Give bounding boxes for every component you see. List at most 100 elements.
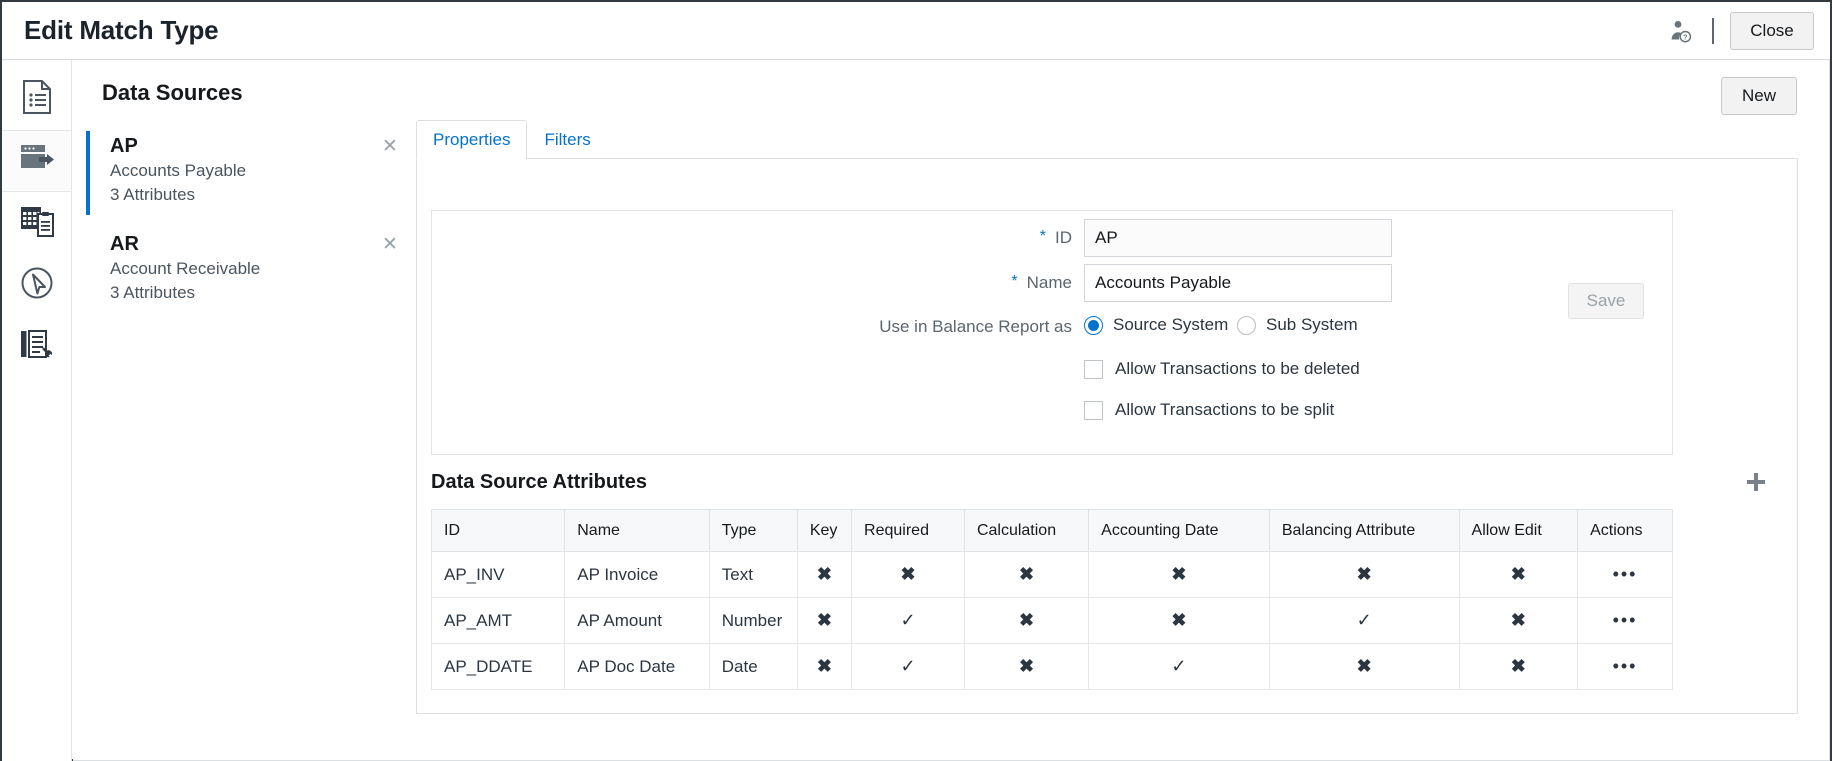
cell-id: AP_DDATE	[432, 644, 565, 690]
cell-calculation: ✖	[964, 598, 1088, 644]
id-label: ID	[1055, 228, 1072, 248]
checkbox-allow-delete-label: Allow Transactions to be deleted	[1115, 359, 1360, 379]
data-source-attributes-table: ID Name Type Key Required Calculation Ac…	[431, 509, 1673, 690]
page-title: Edit Match Type	[24, 15, 218, 46]
rail-item-report-wrench[interactable]	[2, 316, 72, 378]
data-source-code: AR	[110, 231, 418, 257]
toolbar-divider	[1712, 18, 1714, 44]
svg-text:?: ?	[1683, 32, 1688, 41]
rail-item-cursor-circle[interactable]	[2, 254, 72, 316]
top-bar-actions: ? Close	[1666, 12, 1814, 50]
table-row[interactable]: AP_DDATE AP Doc Date Date ✖ ✓ ✖ ✓ ✖ ✖ ••…	[432, 644, 1673, 690]
close-icon[interactable]: ✕	[380, 137, 400, 157]
cell-required: ✖	[852, 552, 965, 598]
balance-report-label: Use in Balance Report as	[879, 317, 1072, 337]
required-marker: *	[1011, 277, 1017, 287]
name-input[interactable]	[1084, 264, 1392, 302]
tab-filters[interactable]: Filters	[527, 120, 607, 159]
table-row[interactable]: AP_INV AP Invoice Text ✖ ✖ ✖ ✖ ✖ ✖ •••	[432, 552, 1673, 598]
radio-source-system[interactable]	[1084, 316, 1103, 335]
column-header-balancing-attribute[interactable]: Balancing Attribute	[1269, 510, 1459, 552]
cell-calculation: ✖	[964, 552, 1088, 598]
rail-item-data-load[interactable]	[2, 130, 72, 192]
data-source-item-ap[interactable]: AP Accounts Payable 3 Attributes ✕	[86, 123, 418, 221]
data-source-name: Account Receivable	[110, 257, 418, 281]
cell-id: AP_AMT	[432, 598, 565, 644]
data-source-list: AP Accounts Payable 3 Attributes ✕ AR Ac…	[86, 123, 418, 319]
close-icon[interactable]: ✕	[380, 235, 400, 255]
save-button[interactable]: Save	[1568, 283, 1644, 319]
column-header-actions: Actions	[1578, 510, 1673, 552]
cell-balancing-attribute: ✓	[1269, 598, 1459, 644]
cell-accounting-date: ✓	[1089, 644, 1270, 690]
properties-form: * ID * Name Use in Balance Report as	[431, 210, 1673, 455]
radio-sub-system[interactable]	[1237, 316, 1256, 335]
new-button-wrapper: New	[1721, 77, 1797, 115]
radio-source-system-label: Source System	[1113, 315, 1228, 335]
save-button-wrapper: Save	[1568, 283, 1644, 319]
checkbox-row-allow-delete[interactable]: Allow Transactions to be deleted	[1084, 359, 1360, 379]
column-header-allow-edit[interactable]: Allow Edit	[1459, 510, 1578, 552]
cell-name: AP Doc Date	[565, 644, 710, 690]
form-row-id: * ID	[432, 228, 1072, 248]
table-row[interactable]: AP_AMT AP Amount Number ✖ ✓ ✖ ✖ ✓ ✖ •••	[432, 598, 1673, 644]
id-input[interactable]	[1084, 219, 1392, 257]
new-button[interactable]: New	[1721, 77, 1797, 115]
radio-option-source-system[interactable]: Source System	[1084, 315, 1228, 335]
data-source-attributes-title: Data Source Attributes	[431, 471, 647, 494]
section-title-data-sources: Data Sources	[102, 80, 243, 106]
data-source-attribute-count: 3 Attributes	[110, 281, 418, 305]
close-button[interactable]: Close	[1730, 12, 1814, 50]
top-bar: Edit Match Type ? Close	[2, 2, 1830, 60]
column-header-accounting-date[interactable]: Accounting Date	[1089, 510, 1270, 552]
table-clipboard-icon	[19, 204, 55, 243]
row-actions-menu-icon[interactable]: •••	[1578, 598, 1673, 644]
column-header-id[interactable]: ID	[432, 510, 565, 552]
column-header-name[interactable]: Name	[565, 510, 710, 552]
cursor-circle-icon	[20, 266, 54, 305]
cell-key: ✖	[797, 598, 851, 644]
name-label: Name	[1027, 273, 1072, 293]
data-load-window-arrow-icon	[19, 143, 55, 180]
column-header-type[interactable]: Type	[709, 510, 797, 552]
user-help-icon[interactable]: ?	[1666, 16, 1696, 46]
cell-allow-edit: ✖	[1459, 598, 1578, 644]
form-row-balance-report: Use in Balance Report as	[432, 317, 1072, 337]
cell-type: Date	[709, 644, 797, 690]
column-header-calculation[interactable]: Calculation	[964, 510, 1088, 552]
detail-pane: Properties Filters * ID * Name	[416, 122, 1798, 714]
cell-accounting-date: ✖	[1089, 598, 1270, 644]
detail-tabs: Properties Filters	[416, 122, 608, 159]
tab-properties[interactable]: Properties	[416, 120, 527, 160]
cell-calculation: ✖	[964, 644, 1088, 690]
data-source-name: Accounts Payable	[110, 159, 418, 183]
data-source-item-ar[interactable]: AR Account Receivable 3 Attributes ✕	[86, 221, 418, 319]
checkbox-allow-transactions-split[interactable]	[1084, 401, 1103, 420]
cell-type: Number	[709, 598, 797, 644]
cell-required: ✓	[852, 644, 965, 690]
row-actions-menu-icon[interactable]: •••	[1578, 552, 1673, 598]
column-header-required[interactable]: Required	[852, 510, 965, 552]
detail-tab-panel: * ID * Name Use in Balance Report as	[416, 158, 1798, 714]
checkbox-allow-split-label: Allow Transactions to be split	[1115, 400, 1334, 420]
cell-allow-edit: ✖	[1459, 552, 1578, 598]
cell-key: ✖	[797, 644, 851, 690]
data-source-attribute-count: 3 Attributes	[110, 183, 418, 207]
rail-item-table-clipboard[interactable]	[2, 192, 72, 254]
main-content-card: Data Sources New AP Accounts Payable 3 A…	[73, 60, 1830, 761]
cell-balancing-attribute: ✖	[1269, 644, 1459, 690]
column-header-key[interactable]: Key	[797, 510, 851, 552]
left-icon-rail	[2, 60, 72, 761]
cell-name: AP Invoice	[565, 552, 710, 598]
cell-key: ✖	[797, 552, 851, 598]
rail-item-document-list[interactable]	[2, 68, 72, 130]
checkbox-allow-transactions-deleted[interactable]	[1084, 360, 1103, 379]
cell-allow-edit: ✖	[1459, 644, 1578, 690]
plus-icon[interactable]	[1743, 469, 1769, 495]
cell-id: AP_INV	[432, 552, 565, 598]
radio-option-sub-system[interactable]: Sub System	[1237, 315, 1358, 335]
checkbox-row-allow-split[interactable]: Allow Transactions to be split	[1084, 400, 1334, 420]
cell-required: ✓	[852, 598, 965, 644]
row-actions-menu-icon[interactable]: •••	[1578, 644, 1673, 690]
required-marker: *	[1040, 232, 1046, 242]
